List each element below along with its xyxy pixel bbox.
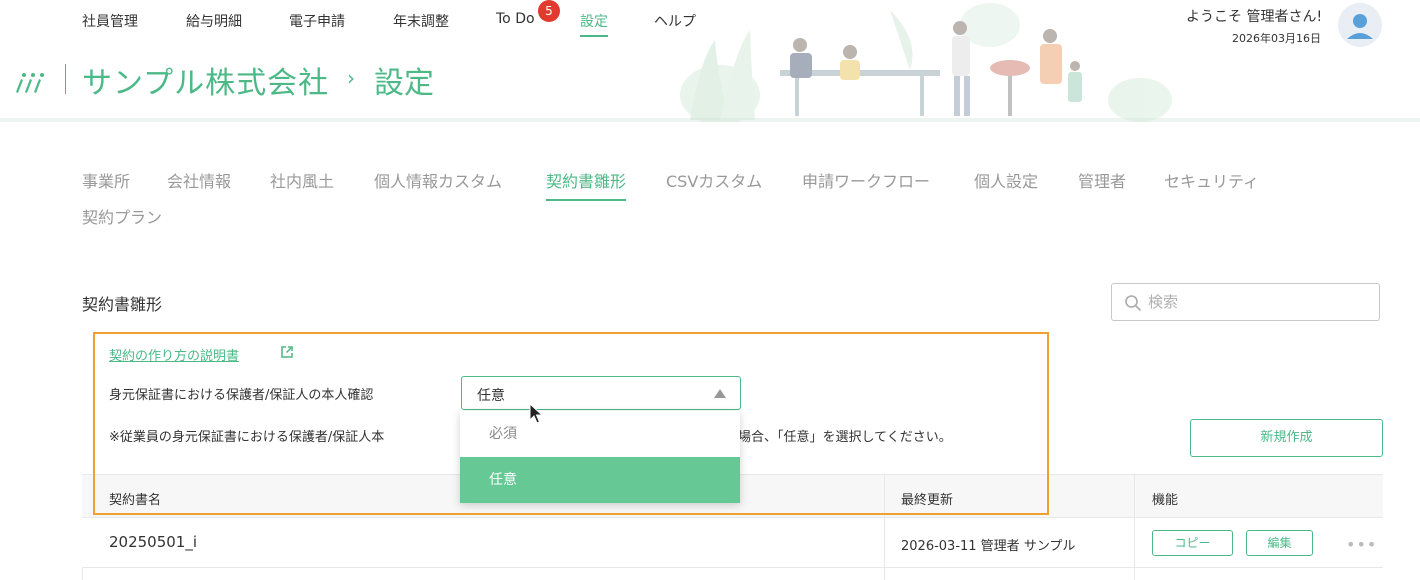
contract-name-cell[interactable]: 20250501_i: [109, 533, 197, 551]
tab-office[interactable]: 事業所: [82, 168, 130, 192]
welcome-text: ようこそ 管理者さん!: [1186, 9, 1323, 25]
nav-year-end-adjustment[interactable]: 年末調整: [393, 11, 449, 31]
tab-administrators[interactable]: 管理者: [1078, 168, 1126, 192]
column-header-actions: 機能: [1152, 493, 1179, 508]
tab-contract-plan[interactable]: 契約プラン: [82, 204, 162, 228]
table-row[interactable]: [82, 568, 1383, 580]
caret-up-icon: [714, 389, 726, 398]
tab-personal-info-custom[interactable]: 個人情報カスタム: [374, 168, 502, 192]
nav-settings[interactable]: 設定: [580, 11, 608, 37]
external-link-icon[interactable]: [280, 345, 294, 359]
column-header-last-updated[interactable]: 最終更新: [901, 489, 953, 508]
option-optional[interactable]: 任意: [460, 457, 740, 503]
select-dropdown: 必須 任意: [460, 411, 740, 503]
todo-count-badge: 5: [538, 0, 560, 22]
tab-csv-custom[interactable]: CSVカスタム: [666, 168, 762, 192]
more-options-icon[interactable]: •••: [1346, 535, 1377, 554]
guarantor-verification-select[interactable]: 任意: [461, 376, 741, 410]
company-logo-icon[interactable]: [14, 66, 48, 94]
current-date: 2026年03月16日: [1232, 32, 1321, 45]
header: 社員管理 給与明細 電子申請 年末調整 To Do 5 設定 ヘルプ ようこそ …: [0, 0, 1420, 122]
option-required[interactable]: 必須: [460, 411, 740, 457]
guarantor-verification-label: 身元保証書における保護者/保証人の本人確認: [109, 388, 374, 403]
user-avatar[interactable]: [1338, 3, 1382, 47]
table-row[interactable]: 20250501_i 2026-03-11 管理者 サンプル コピー 編集: [82, 518, 1383, 568]
nav-payslip[interactable]: 給与明細: [186, 11, 242, 31]
breadcrumb-separator: ›: [347, 66, 355, 90]
search-box[interactable]: [1111, 283, 1380, 321]
column-header-contract-name[interactable]: 契約書名: [109, 489, 161, 508]
tab-company-culture[interactable]: 社内風土: [270, 168, 334, 192]
copy-button[interactable]: コピー: [1152, 530, 1233, 556]
edit-button[interactable]: 編集: [1246, 530, 1313, 556]
mouse-cursor-icon: [529, 403, 543, 424]
page-title: 設定: [374, 66, 434, 101]
nav-e-application[interactable]: 電子申請: [289, 11, 345, 31]
logo-separator: [65, 64, 66, 94]
create-new-button[interactable]: 新規作成: [1190, 419, 1383, 457]
search-input[interactable]: [1148, 290, 1368, 314]
nav-employee-management[interactable]: 社員管理: [82, 11, 138, 31]
tab-personal-settings[interactable]: 個人設定: [974, 168, 1038, 192]
header-illustration: [680, 3, 1172, 122]
tab-company-info[interactable]: 会社情報: [167, 168, 231, 192]
search-icon: [1125, 295, 1141, 311]
tab-security[interactable]: セキュリティ: [1164, 168, 1259, 192]
contract-guide-link[interactable]: 契約の作り方の説明書: [109, 345, 239, 364]
note-text-left: ※従業員の身元保証書における保護者/保証人本: [109, 430, 385, 445]
tab-application-workflow[interactable]: 申請ワークフロー: [802, 168, 930, 192]
note-text-right: 場合、「任意」を選択してください。: [738, 430, 952, 445]
select-current-value: 任意: [477, 388, 505, 404]
last-updated-cell: 2026-03-11 管理者 サンプル: [901, 539, 1076, 554]
user-avatar-icon: [1347, 14, 1373, 39]
section-title: 契約書雛形: [82, 295, 163, 314]
tab-contract-templates[interactable]: 契約書雛形: [546, 168, 627, 201]
nav-todo[interactable]: To Do: [496, 11, 535, 27]
company-name[interactable]: サンプル株式会社: [82, 58, 329, 102]
